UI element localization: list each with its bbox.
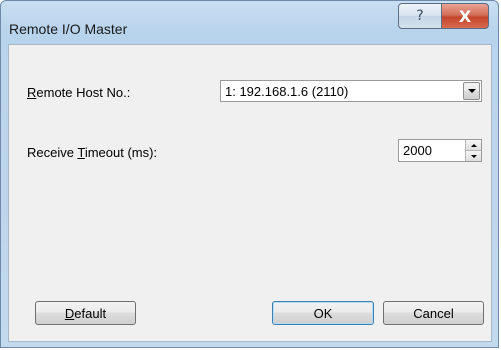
dropdown-arrow-button[interactable] [463,82,480,100]
stepper-up-button[interactable] [466,140,481,151]
stepper-buttons [465,140,481,161]
receive-timeout-label: Receive Timeout (ms): [27,145,158,160]
default-button[interactable]: Default [35,301,136,325]
close-icon: X [458,6,472,26]
title-bar[interactable]: Remote I/O Master ? X [1,1,498,45]
dialog-window: Remote I/O Master ? X Remote Host No.: 1… [0,0,499,348]
ok-button[interactable]: OK [272,301,374,325]
help-icon: ? [416,8,424,24]
window-title: Remote I/O Master [9,21,128,37]
help-button[interactable]: ? [398,3,442,29]
receive-timeout-value[interactable]: 2000 [403,143,432,158]
cancel-button[interactable]: Cancel [383,301,484,325]
remote-host-label: Remote Host No.: [27,85,131,100]
dialog-content: Remote Host No.: 1: 192.168.1.6 (2110) R… [8,44,492,342]
stepper-down-button[interactable] [466,151,481,161]
arrow-up-icon [470,143,477,147]
remote-host-value: 1: 192.168.1.6 (2110) [225,84,349,99]
arrow-down-icon [470,154,477,158]
remote-host-dropdown[interactable]: 1: 192.168.1.6 (2110) [220,80,482,102]
receive-timeout-stepper[interactable]: 2000 [398,139,482,162]
close-button[interactable]: X [441,3,489,29]
chevron-down-icon [467,89,476,93]
